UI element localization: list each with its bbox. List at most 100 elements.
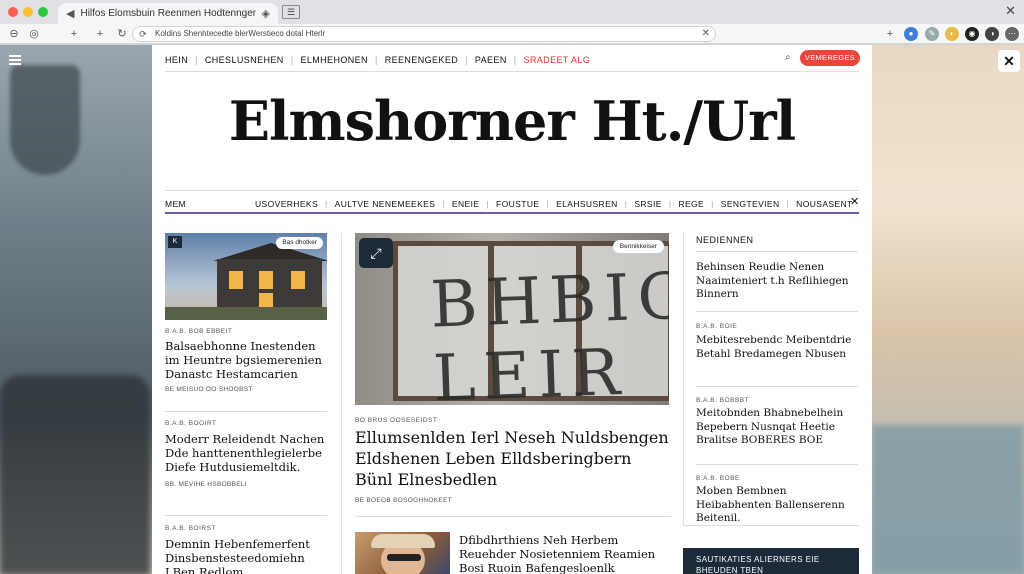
article-byline: BE MEISUO OO SHOOBST bbox=[165, 386, 253, 393]
add-icon[interactable]: + bbox=[92, 26, 108, 42]
feature-byline: BE BOEOB BOSOGHNOKEET bbox=[355, 497, 452, 504]
util-nav-item-6[interactable]: SRADEET ALG bbox=[523, 55, 590, 65]
feature-image-pill: Bennikkeiser bbox=[612, 240, 664, 253]
browser-titlebar: ◀ Hilfos Elomsbuin Reenmen Hodtenngen ◈ … bbox=[0, 0, 1024, 24]
expand-icon[interactable]: ⤢ bbox=[359, 238, 393, 268]
sidebar-title: NEDIENNEN bbox=[696, 235, 754, 245]
section-nav-item-7[interactable]: REGE bbox=[678, 199, 704, 209]
article-headline[interactable]: Balsaebhonne Inestenden im Heuntre bgsie… bbox=[165, 339, 330, 381]
close-icon[interactable]: ✕ bbox=[998, 50, 1020, 72]
house-thumbnail[interactable]: K Bas dhotker bbox=[165, 233, 327, 320]
utility-nav: HEIN | CHESLUSNEHEN | ELMHEHONEN | REENE… bbox=[165, 55, 591, 65]
site-info-icon[interactable]: ⟳ bbox=[136, 27, 150, 41]
url-text: Koldins Shenhtecedte blerWerstieco dotal… bbox=[155, 29, 326, 38]
menu-icon[interactable]: ⋯ bbox=[1005, 27, 1019, 41]
section-nav-item-4[interactable]: FOUSTUE bbox=[496, 199, 539, 209]
section-nav-item-2[interactable]: AULTVE NENEMEEKES bbox=[335, 199, 436, 209]
section-nav-item-1[interactable]: USOVERHEKS bbox=[255, 199, 318, 209]
feature-image-lettering: BHBIGS LEIR ER bbox=[429, 257, 669, 405]
section-nav-item-8[interactable]: SENGTEVIEN bbox=[721, 199, 780, 209]
extension-4-icon[interactable]: ◉ bbox=[965, 27, 979, 41]
masthead-logo[interactable]: Elmshorner Ht./Url bbox=[152, 89, 872, 153]
util-nav-item-1[interactable]: HEIN bbox=[165, 55, 188, 65]
second-headline[interactable]: Dfibdhrthiens Neh Herbem Reuehder Nosiet… bbox=[459, 533, 674, 574]
hamburger-icon[interactable] bbox=[9, 55, 21, 65]
hat-shape bbox=[371, 534, 435, 548]
article-kicker: B.A.B. BOB EBBEIT bbox=[165, 328, 233, 335]
article-headline[interactable]: Demnin Hebenfemerfent Dinsbenstesteedomi… bbox=[165, 537, 330, 574]
section-nav-item-6[interactable]: SRSIE bbox=[634, 199, 662, 209]
divider bbox=[165, 71, 859, 72]
tab-favicon-icon: ◀ bbox=[66, 8, 75, 20]
sidebar-kicker: B.A.B. BOIE bbox=[696, 323, 738, 330]
browser-tab[interactable]: ◀ Hilfos Elomsbuin Reenmen Hodtenngen ◈ bbox=[58, 3, 278, 24]
section-nav-item-3[interactable]: ENEIE bbox=[452, 199, 480, 209]
promo-banner[interactable]: SAUTIKATIES ALIERNERS EIE BHEUDEN TBEN bbox=[683, 548, 859, 574]
article-byline: BB. MEVIHE HSBOBBELI bbox=[165, 481, 247, 488]
article-kicker: B.A.B. BOOIRT bbox=[165, 420, 217, 427]
util-nav-item-3[interactable]: ELMHEHONEN bbox=[300, 55, 368, 65]
section-nav-item-5[interactable]: ELAHSUSREN bbox=[556, 199, 618, 209]
new-tab-icon[interactable]: + bbox=[66, 26, 82, 42]
thumbnail-badge: K bbox=[168, 236, 182, 248]
url-bar[interactable]: ⟳ Koldins Shenhtecedte blerWerstieco dot… bbox=[132, 26, 716, 42]
tab-overview-button[interactable]: ☰ bbox=[282, 5, 300, 19]
back-icon[interactable]: ◎ bbox=[26, 26, 42, 42]
util-nav-item-5[interactable]: PAEEN bbox=[475, 55, 507, 65]
sidebar-article[interactable]: Meitobnden Bhabnebelhein Bepebern Nusnqa… bbox=[696, 407, 858, 448]
window-close-dot[interactable] bbox=[8, 7, 18, 17]
util-nav-item-4[interactable]: REENENGEKED bbox=[385, 55, 458, 65]
url-clear-icon[interactable]: ✕ bbox=[702, 28, 710, 39]
backdrop-chair bbox=[0, 375, 150, 574]
backdrop-left bbox=[0, 45, 152, 574]
browser-toolbar: ⊖ ◎ + + ↻ ⟳ Koldins Shenhtecedte blerWer… bbox=[0, 24, 1024, 44]
section-nav-menu[interactable]: MEM bbox=[165, 199, 255, 209]
divider bbox=[696, 311, 858, 312]
divider bbox=[683, 525, 859, 526]
section-nav-underline bbox=[165, 212, 859, 214]
glasses-shape bbox=[387, 554, 421, 561]
divider bbox=[355, 516, 671, 517]
add-bookmark-icon[interactable]: + bbox=[882, 26, 898, 42]
extension-3-icon[interactable]: ◐ bbox=[945, 27, 959, 41]
tab-title: Hilfos Elomsbuin Reenmen Hodtenngen bbox=[80, 8, 256, 19]
sidebar-article[interactable]: Behinsen Reudie Nenen Naaimteniert t.h R… bbox=[696, 261, 858, 302]
backdrop-sofa bbox=[872, 425, 1024, 574]
window-close-icon[interactable]: ✕ bbox=[1005, 3, 1016, 19]
feature-headline[interactable]: Ellumsenlden Ierl Neseh Nuldsbengen Elds… bbox=[355, 427, 671, 490]
subscribe-button[interactable]: VEMEREGES bbox=[800, 50, 860, 66]
portrait-thumbnail[interactable] bbox=[355, 532, 450, 574]
article-kicker: B.A.B. BOIRST bbox=[165, 525, 216, 532]
column-divider bbox=[341, 233, 342, 574]
backdrop-lamp bbox=[10, 65, 80, 175]
sidebar-kicker: B.A.B. BOBBBT bbox=[696, 397, 750, 404]
feature-image[interactable]: BHBIGS LEIR ER ⤢ Bennikkeiser bbox=[355, 233, 669, 405]
blurred-backdrop: ✕ HEIN | CHESLUSNEHEN | ELMHEHONEN | REE… bbox=[0, 45, 1024, 574]
window-minimize-dot[interactable] bbox=[23, 7, 33, 17]
divider bbox=[696, 386, 858, 387]
lawn-shape bbox=[165, 307, 327, 320]
divider bbox=[165, 190, 859, 191]
divider bbox=[165, 515, 327, 516]
tab-audio-icon[interactable]: ◈ bbox=[262, 7, 270, 20]
extension-2-icon[interactable]: ✎ bbox=[925, 27, 939, 41]
divider bbox=[696, 464, 858, 465]
section-nav: MEM USOVERHEKS | AULTVE NENEMEEKES | ENE… bbox=[165, 199, 853, 209]
column-divider bbox=[683, 233, 684, 526]
article-headline[interactable]: Moderr Releidendt Nachen Dde hanttenenth… bbox=[165, 432, 330, 474]
sidebar-toggle-icon[interactable]: ⊖ bbox=[6, 26, 22, 42]
window-zoom-dot[interactable] bbox=[38, 7, 48, 17]
section-nav-close-icon[interactable]: ✕ bbox=[850, 195, 859, 208]
house-shape bbox=[217, 259, 322, 311]
thumbnail-pill: Bas dhotker bbox=[276, 237, 323, 249]
search-icon[interactable]: ⌕ bbox=[785, 52, 791, 63]
section-nav-item-9[interactable]: NOUSASENT bbox=[796, 199, 853, 209]
reload-icon[interactable]: ↻ bbox=[114, 26, 130, 42]
sidebar-article[interactable]: Mebitesrebendc Meibentdrie Betahl Bredam… bbox=[696, 334, 858, 361]
sidebar-article[interactable]: Moben Bembnen Heibabhenten Ballenserenn … bbox=[696, 485, 858, 526]
util-nav-item-2[interactable]: CHESLUSNEHEN bbox=[205, 55, 284, 65]
extension-1-icon[interactable]: ● bbox=[904, 27, 918, 41]
extension-5-icon[interactable]: ◑ bbox=[985, 27, 999, 41]
divider bbox=[696, 251, 858, 252]
feature-kicker: BO BRUS OOSESEIDST bbox=[355, 417, 438, 424]
